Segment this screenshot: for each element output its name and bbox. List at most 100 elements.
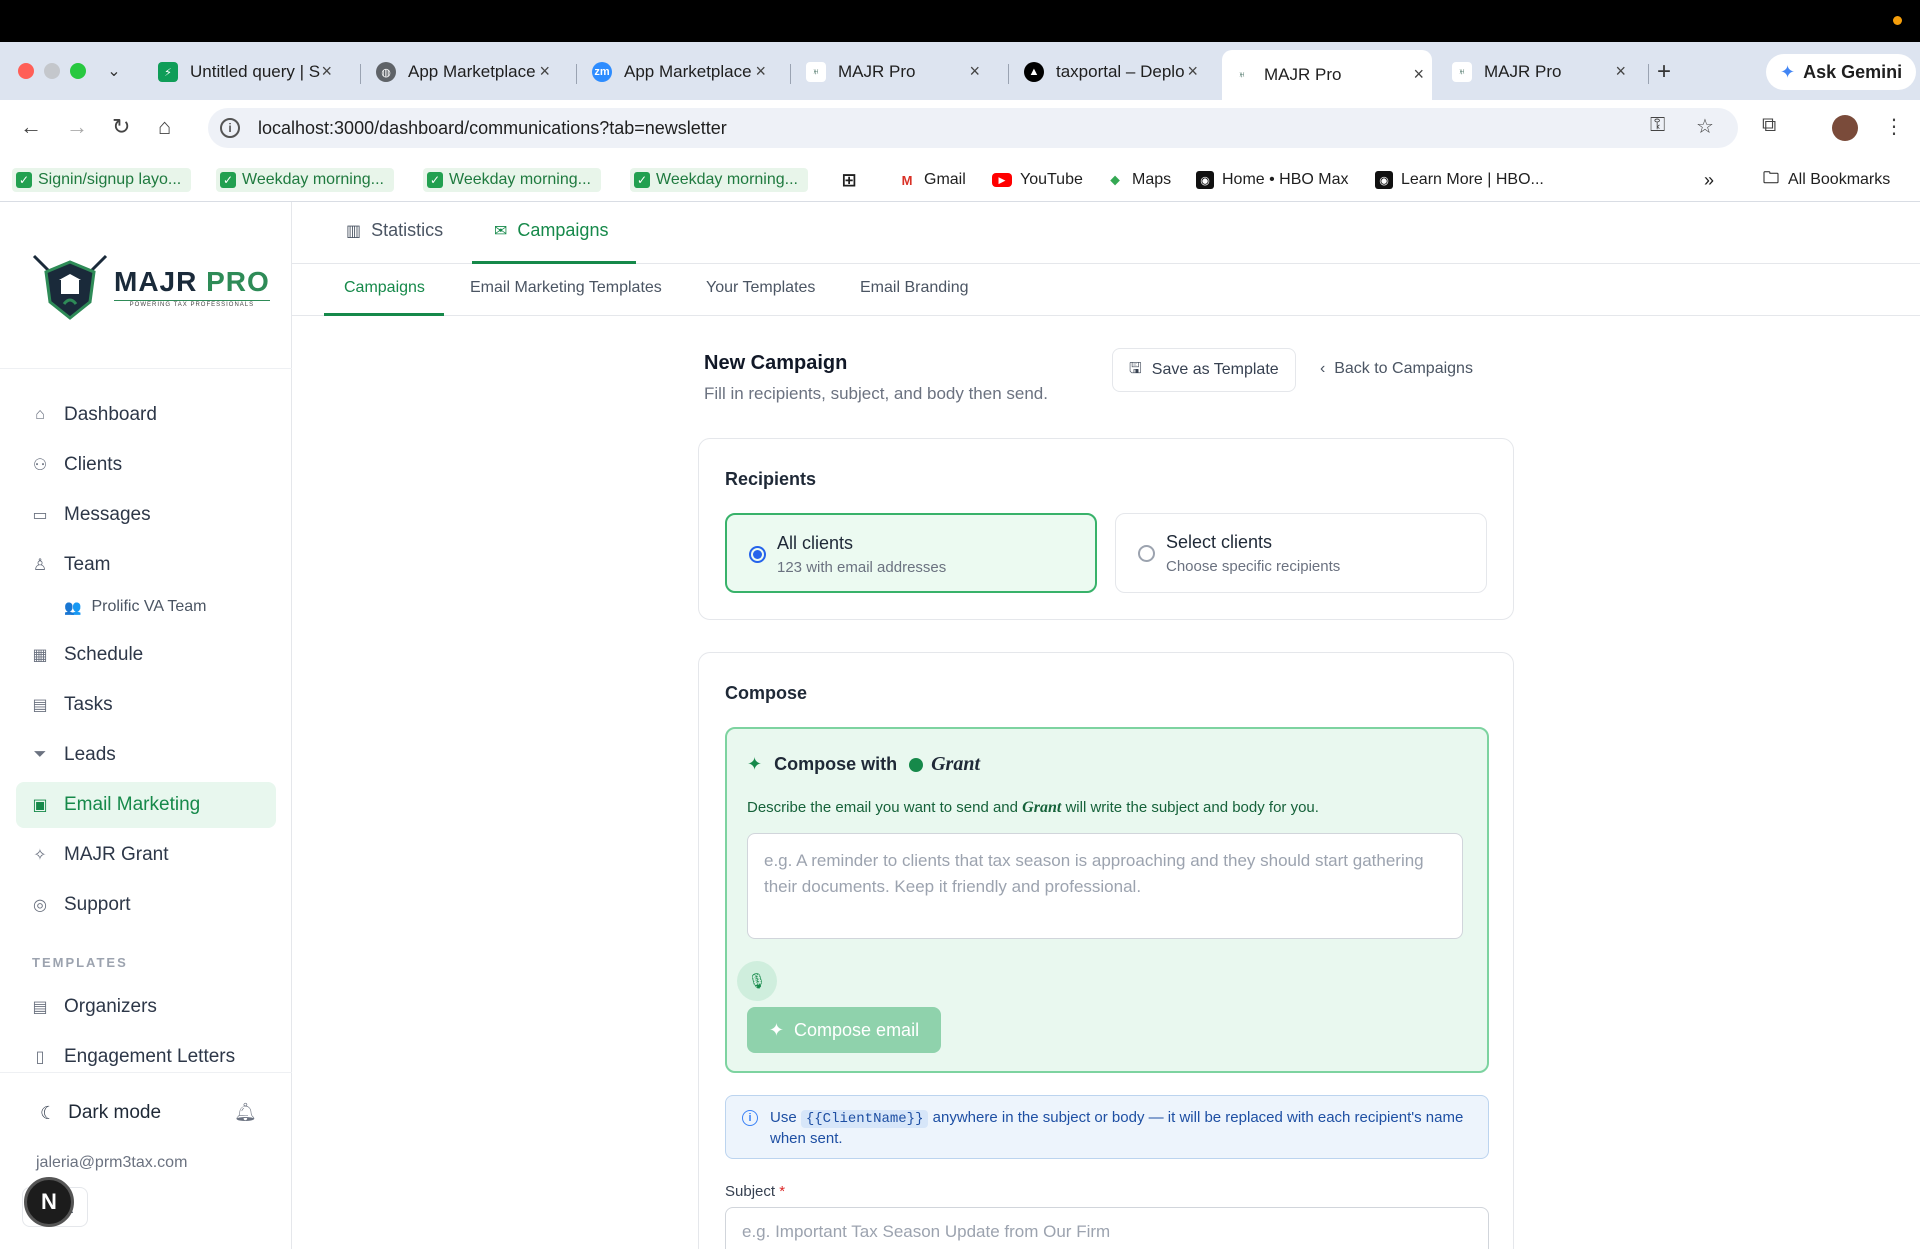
sidebar-item-schedule[interactable]: ▦ Schedule: [16, 632, 276, 678]
browser-menu-kebab-icon[interactable]: ⋮: [1884, 114, 1904, 139]
extensions-puzzle-icon[interactable]: ⧉: [1762, 114, 1776, 137]
close-tab-icon[interactable]: ×: [1615, 61, 1626, 82]
maximize-window-button[interactable]: [70, 63, 86, 79]
sidebar-subitem-team[interactable]: 👥 Prolific VA Team: [64, 598, 206, 616]
tab-statistics[interactable]: ▥ Statistics: [346, 220, 443, 241]
reload-icon[interactable]: ↻: [112, 114, 130, 140]
save-as-template-button[interactable]: 🖫 Save as Template: [1112, 348, 1296, 392]
microphone-icon[interactable]: 🎙︎: [737, 961, 777, 1001]
tab-campaigns[interactable]: ✉ Campaigns: [494, 220, 608, 241]
newsletter-icon: ▣: [32, 797, 48, 814]
back-to-campaigns-link[interactable]: ‹ Back to Campaigns: [1320, 360, 1473, 378]
logo-brand-main: MAJR: [114, 266, 198, 297]
radio-selected[interactable]: [749, 546, 766, 563]
grant-compose-panel: ✦ Compose with Grant Describe the email …: [725, 727, 1489, 1073]
close-tab-icon[interactable]: ×: [1187, 61, 1198, 82]
subtab-email-marketing-templates[interactable]: Email Marketing Templates: [470, 279, 662, 297]
browser-tab[interactable]: ▲ taxportal – Deplo ×: [1014, 55, 1206, 89]
sidebar-item-leads[interactable]: ⏷ Leads: [16, 732, 276, 778]
sidebar-item-clients[interactable]: ⚇ Clients: [16, 442, 276, 488]
bookmark-item[interactable]: ✓ Weekday morning...: [423, 168, 601, 192]
site-info-icon[interactable]: i: [220, 118, 240, 138]
bookmark-item[interactable]: ▶ YouTube: [992, 168, 1083, 192]
tab-title: taxportal – Deplo: [1056, 62, 1185, 81]
home-icon[interactable]: ⌂: [158, 114, 171, 140]
majr-logo[interactable]: MAJR PRO POWERING TAX PROFESSIONALS: [30, 252, 270, 322]
browser-tab[interactable]: ◍ App Marketplace ×: [366, 55, 558, 89]
compose-email-button[interactable]: ✦ Compose email: [747, 1007, 941, 1053]
close-tab-icon[interactable]: ×: [1413, 64, 1424, 85]
sidebar-item-dashboard[interactable]: ⌂ Dashboard: [16, 392, 276, 438]
minimize-window-button[interactable]: [44, 63, 60, 79]
tab-separator: [790, 64, 791, 84]
dark-mode-toggle[interactable]: ☾ Dark mode: [40, 1102, 161, 1124]
sidebar-item-team[interactable]: ♙ Team: [16, 542, 276, 588]
more-bookmarks-chevron-icon[interactable]: »: [1704, 168, 1714, 192]
sidebar-item-majr-grant[interactable]: ✧ MAJR Grant: [16, 832, 276, 878]
recipient-option-select-clients[interactable]: Select clients Choose specific recipient…: [1115, 513, 1487, 593]
bookmark-label: Signin/signup layo...: [38, 171, 182, 188]
ask-gemini-button[interactable]: ✦ Ask Gemini: [1766, 54, 1917, 90]
subtab-email-branding[interactable]: Email Branding: [860, 279, 969, 297]
checkbox-icon: ✓: [220, 172, 236, 188]
sidebar-item-tasks[interactable]: ▤ Tasks: [16, 682, 276, 728]
bookmark-item[interactable]: ◉ Home • HBO Max: [1196, 168, 1349, 192]
sidebar-item-organizers[interactable]: ▤ Organizers: [16, 984, 276, 1030]
browser-tab[interactable]: ⚡ Untitled query | S ×: [148, 55, 340, 89]
browser-tab-bar: ⌄ ⚡ Untitled query | S × ◍ App Marketpla…: [0, 42, 1920, 100]
password-key-icon[interactable]: ⚿: [1650, 114, 1665, 137]
new-tab-plus-icon[interactable]: +: [1657, 58, 1671, 86]
close-tab-icon[interactable]: ×: [321, 61, 332, 82]
close-tab-icon[interactable]: ×: [539, 61, 550, 82]
sidebar-item-label: Email Marketing: [64, 794, 201, 815]
all-bookmarks-button[interactable]: 🗀 All Bookmarks: [1762, 168, 1890, 192]
vercel-favicon-icon: ▲: [1024, 62, 1044, 82]
chevron-left-icon: ‹: [1320, 360, 1326, 377]
subject-input[interactable]: e.g. Important Tax Season Update from Ou…: [725, 1207, 1489, 1249]
bookmark-item[interactable]: ◉ Learn More | HBO...: [1375, 168, 1544, 192]
logo-tagline: POWERING TAX PROFESSIONALS: [114, 300, 270, 308]
notification-bell-icon[interactable]: 🔔︎: [234, 1102, 257, 1123]
document-icon: ▯: [35, 1049, 45, 1066]
radio-unselected[interactable]: [1138, 545, 1155, 562]
forward-arrow-icon[interactable]: →: [66, 114, 88, 140]
sidebar-item-engagement-letters[interactable]: ▯ Engagement Letters: [16, 1034, 276, 1080]
bookmark-item[interactable]: M Gmail: [898, 168, 966, 192]
tab-separator: [576, 64, 577, 84]
subtab-your-templates[interactable]: Your Templates: [706, 279, 815, 297]
tab-title: MAJR Pro: [1484, 62, 1562, 81]
close-tab-icon[interactable]: ×: [755, 61, 766, 82]
browser-tab-active[interactable]: ♅ MAJR Pro ×: [1222, 50, 1432, 100]
bookmark-item[interactable]: ✓ Weekday morning...: [216, 168, 394, 192]
recipients-card: Recipients All clients 123 with email ad…: [698, 438, 1514, 620]
url-text: localhost:3000/dashboard/communications?…: [258, 117, 727, 138]
close-tab-icon[interactable]: ×: [969, 61, 980, 82]
subtab-campaigns[interactable]: Campaigns: [344, 279, 425, 297]
close-window-button[interactable]: [18, 63, 34, 79]
profile-avatar[interactable]: [1832, 115, 1858, 141]
browser-tab[interactable]: ♅ MAJR Pro ×: [1442, 55, 1634, 89]
sparkle-icon: ✧: [33, 847, 47, 864]
bookmark-star-icon[interactable]: ☆: [1696, 114, 1714, 139]
majr-favicon-icon: ♅: [1232, 65, 1252, 85]
apps-grid-icon[interactable]: ⊞: [840, 168, 866, 192]
bookmark-item[interactable]: ✓ Signin/signup layo...: [12, 168, 192, 192]
tab-search-chevron-icon[interactable]: ⌄: [100, 57, 128, 85]
sidebar-item-support[interactable]: ◎ Support: [16, 882, 276, 928]
bookmark-item[interactable]: ✓ Weekday morning...: [630, 168, 808, 192]
back-arrow-icon[interactable]: ←: [20, 114, 42, 140]
option-description: 123 with email addresses: [777, 559, 947, 576]
browser-tab[interactable]: zm App Marketplace ×: [582, 55, 774, 89]
app-container: MAJR PRO POWERING TAX PROFESSIONALS ⌂ Da…: [0, 202, 1920, 1249]
grant-prompt-textarea[interactable]: e.g. A reminder to clients that tax seas…: [747, 833, 1463, 939]
all-bookmarks-label: All Bookmarks: [1788, 171, 1891, 188]
bookmark-item[interactable]: ⬥ Maps: [1106, 168, 1171, 192]
save-icon: 🖫: [1129, 359, 1142, 377]
sidebar: MAJR PRO POWERING TAX PROFESSIONALS ⌂ Da…: [0, 202, 292, 1249]
recipient-option-all-clients[interactable]: All clients 123 with email addresses: [725, 513, 1097, 593]
address-bar[interactable]: i localhost:3000/dashboard/communication…: [208, 108, 1738, 148]
nextjs-dev-badge[interactable]: N: [24, 1177, 74, 1227]
sidebar-item-email-marketing[interactable]: ▣ Email Marketing: [16, 782, 276, 828]
browser-tab[interactable]: ♅ MAJR Pro ×: [796, 55, 988, 89]
sidebar-item-messages[interactable]: ▭ Messages: [16, 492, 276, 538]
